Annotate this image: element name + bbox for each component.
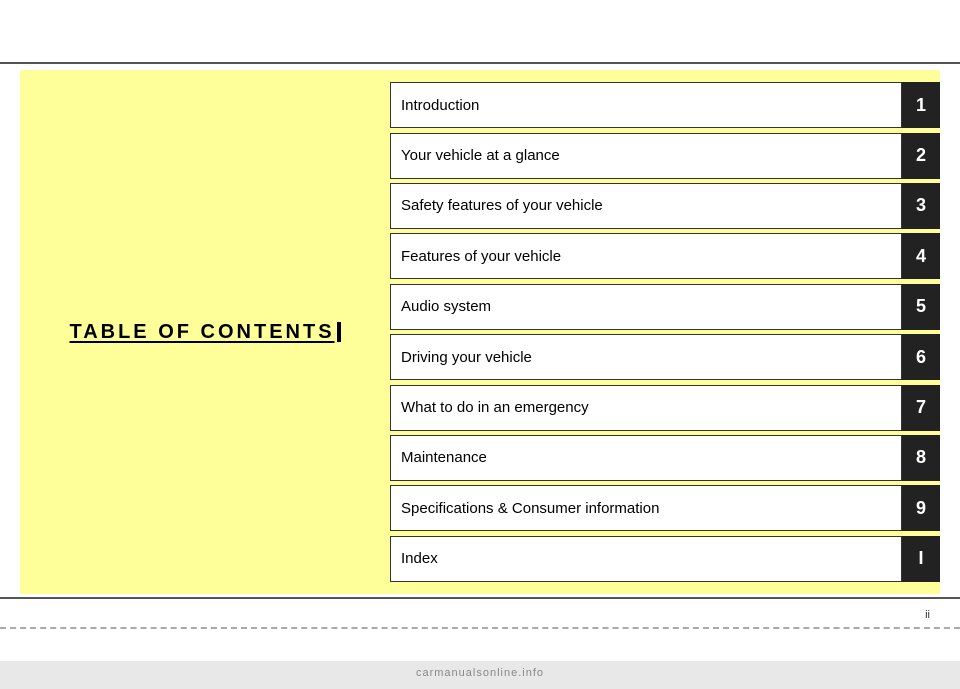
toc-row[interactable]: Introduction1 — [390, 82, 940, 128]
left-panel: TABLE OF CONTENTS — [20, 70, 390, 594]
bottom-divider — [0, 597, 960, 599]
toc-row[interactable]: Features of your vehicle4 — [390, 233, 940, 279]
dashed-divider — [0, 627, 960, 629]
toc-title: TABLE OF CONTENTS — [69, 321, 340, 344]
cursor-icon — [337, 322, 341, 342]
toc-row[interactable]: Driving your vehicle6 — [390, 334, 940, 380]
watermark-bar: carmanualsonline.info — [0, 661, 960, 689]
top-divider — [0, 62, 960, 64]
watermark-text: carmanualsonline.info — [416, 667, 544, 679]
toc-item-number: 9 — [902, 485, 940, 531]
page-number: ii — [925, 609, 930, 621]
toc-title-text: TABLE OF CONTENTS — [69, 321, 334, 343]
toc-item-number: 2 — [902, 133, 940, 179]
toc-item-label: Features of your vehicle — [390, 233, 902, 279]
toc-row[interactable]: What to do in an emergency7 — [390, 385, 940, 431]
toc-item-number: 3 — [902, 183, 940, 229]
toc-row[interactable]: Audio system5 — [390, 284, 940, 330]
toc-item-label: Safety features of your vehicle — [390, 183, 902, 229]
toc-item-label: Driving your vehicle — [390, 334, 902, 380]
toc-item-label: Your vehicle at a glance — [390, 133, 902, 179]
toc-item-number: 6 — [902, 334, 940, 380]
toc-item-number: I — [902, 536, 940, 582]
toc-item-label: Introduction — [390, 82, 902, 128]
toc-item-number: 5 — [902, 284, 940, 330]
toc-row[interactable]: IndexI — [390, 536, 940, 582]
toc-item-number: 4 — [902, 233, 940, 279]
toc-item-label: What to do in an emergency — [390, 385, 902, 431]
toc-row[interactable]: Safety features of your vehicle3 — [390, 183, 940, 229]
toc-row[interactable]: Your vehicle at a glance2 — [390, 133, 940, 179]
toc-item-label: Maintenance — [390, 435, 902, 481]
toc-row[interactable]: Maintenance8 — [390, 435, 940, 481]
toc-item-label: Audio system — [390, 284, 902, 330]
toc-row[interactable]: Specifications & Consumer information9 — [390, 485, 940, 531]
main-content: TABLE OF CONTENTS Introduction1Your vehi… — [20, 70, 940, 594]
toc-item-number: 1 — [902, 82, 940, 128]
right-panel: Introduction1Your vehicle at a glance2Sa… — [390, 70, 940, 594]
toc-item-label: Specifications & Consumer information — [390, 485, 902, 531]
toc-item-label: Index — [390, 536, 902, 582]
toc-item-number: 8 — [902, 435, 940, 481]
toc-item-number: 7 — [902, 385, 940, 431]
